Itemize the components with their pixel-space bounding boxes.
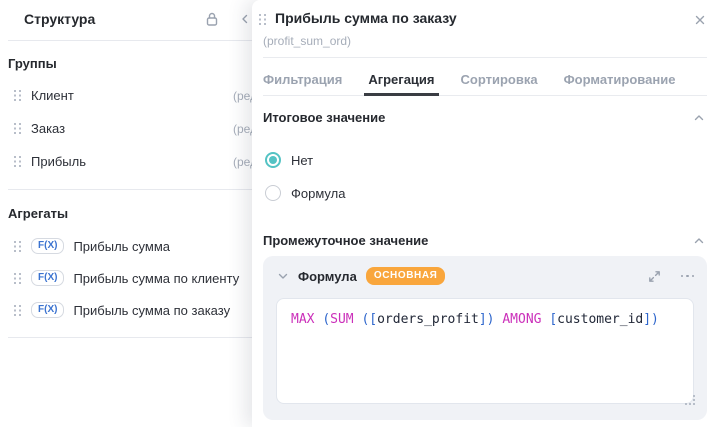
app-window: Структура Группы Клиент (ред. Заказ (ред. Пр… xyxy=(0,0,719,427)
radio-label: Нет xyxy=(291,152,314,168)
aggregate-label: Прибыль сумма xyxy=(73,238,171,254)
formula-card: Формула ОСНОВНАЯ MAX (SUM ([orders_profi… xyxy=(263,256,707,420)
drag-handle-icon[interactable] xyxy=(14,272,21,284)
radio-selected-icon[interactable] xyxy=(265,152,281,168)
tab-3[interactable]: Сортировка xyxy=(461,63,538,95)
drag-handle-icon[interactable] xyxy=(14,304,21,316)
chevron-up-icon[interactable] xyxy=(692,111,706,125)
panel-drag-handle-icon[interactable] xyxy=(259,14,266,25)
groups-section-label: Группы xyxy=(8,56,57,71)
drag-handle-icon[interactable] xyxy=(14,123,21,134)
group-label: Прибыль xyxy=(31,154,86,169)
drag-handle-icon[interactable] xyxy=(14,240,21,252)
fx-badge: F(X) xyxy=(31,302,65,318)
formula-label: Формула xyxy=(298,268,357,284)
collapse-panel-icon[interactable] xyxy=(238,12,252,26)
drag-handle-icon[interactable] xyxy=(14,156,21,167)
chevron-up-icon[interactable] xyxy=(692,234,706,248)
chevron-down-icon[interactable] xyxy=(276,269,290,283)
editor-tabs: Фильтрация Агрегация Сортировка Форматирова… xyxy=(263,63,707,96)
fx-badge: F(X) xyxy=(31,270,65,286)
aggregates-section-label: Агрегаты xyxy=(8,206,69,221)
fx-badge: F(X) xyxy=(31,238,65,254)
drag-handle-icon[interactable] xyxy=(14,90,21,101)
formula-card-header: Формула ОСНОВНАЯ xyxy=(276,267,694,285)
main-badge: ОСНОВНАЯ xyxy=(365,267,446,285)
resize-grip-icon[interactable] xyxy=(685,395,687,397)
tab-4[interactable]: Форматирование xyxy=(564,63,676,95)
field-editor-title: Прибыль сумма по заказу xyxy=(275,10,457,26)
aggregate-label: Прибыль сумма по заказу xyxy=(73,302,231,318)
formula-editor[interactable]: MAX (SUM ([orders_profit]) AMONG [custom… xyxy=(276,298,694,404)
field-editor-panel: Прибыль сумма по заказу (profit_sum_ord)… xyxy=(252,0,719,427)
tab-1[interactable]: Фильтрация xyxy=(263,63,342,95)
intermediate-value-title: Промежуточное значение xyxy=(263,233,429,248)
total-value-title: Итоговое значение xyxy=(263,110,386,125)
structure-panel-title: Структура xyxy=(24,11,96,27)
intermediate-value-section-header: Промежуточное значение xyxy=(263,233,706,248)
more-menu-icon[interactable] xyxy=(680,271,694,282)
expand-icon[interactable] xyxy=(647,269,662,284)
group-label: Клиент xyxy=(31,88,74,103)
aggregate-label: Прибыль сумма по клиенту xyxy=(73,270,240,286)
divider xyxy=(263,57,707,58)
close-icon[interactable] xyxy=(692,12,708,28)
field-id-subtitle: (profit_sum_ord) xyxy=(263,34,352,48)
lock-icon[interactable] xyxy=(203,10,221,28)
radio-option-1[interactable]: Нет xyxy=(265,152,313,168)
total-value-section-header: Итоговое значение xyxy=(263,110,706,125)
radio-unselected-icon[interactable] xyxy=(265,185,281,201)
radio-label: Формула xyxy=(291,185,346,201)
formula-text: MAX (SUM ([orders_profit]) AMONG [custom… xyxy=(291,312,659,327)
group-label: Заказ xyxy=(31,121,66,136)
radio-option-2[interactable]: Формула xyxy=(265,185,345,201)
tab-2[interactable]: Агрегация xyxy=(364,63,439,96)
